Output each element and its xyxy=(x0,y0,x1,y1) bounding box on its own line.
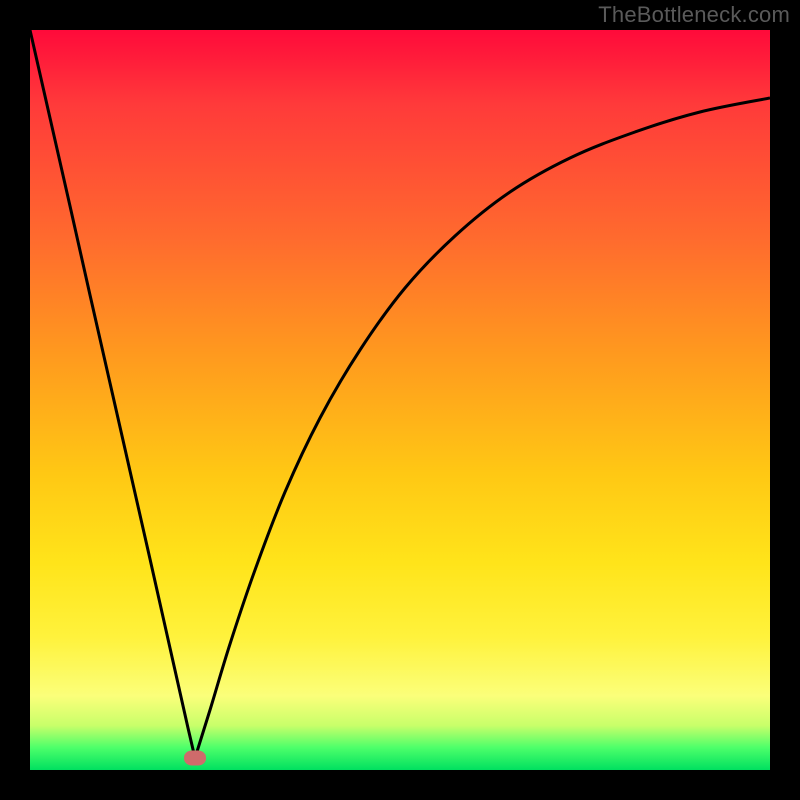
chart-frame: TheBottleneck.com xyxy=(0,0,800,800)
plot-area xyxy=(30,30,770,770)
curve-svg xyxy=(30,30,770,770)
bottleneck-curve xyxy=(30,30,770,758)
watermark-text: TheBottleneck.com xyxy=(598,2,790,28)
minimum-marker xyxy=(184,751,206,766)
